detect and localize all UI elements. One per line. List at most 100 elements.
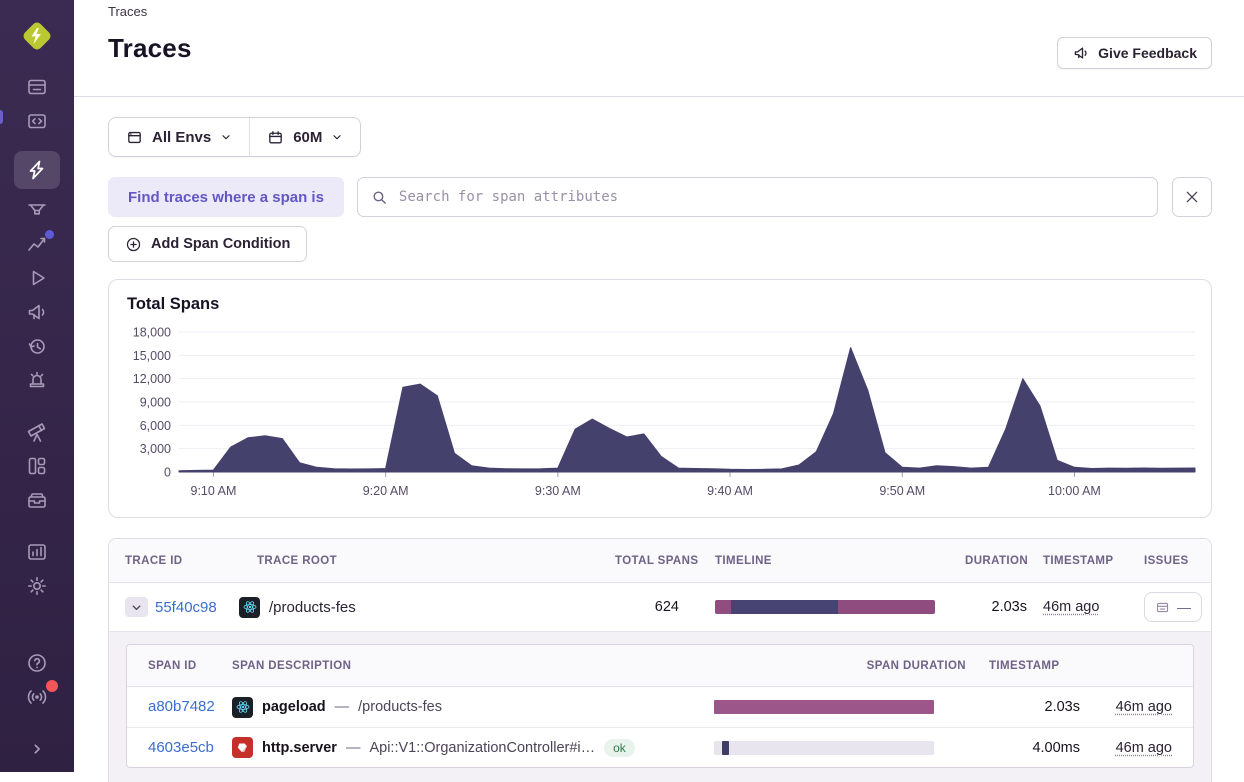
- chevron-down-icon: [331, 131, 343, 143]
- feedback-megaphone-icon[interactable]: [14, 295, 60, 329]
- span-attribute-search[interactable]: [357, 177, 1158, 217]
- svg-text:9,000: 9,000: [140, 396, 171, 410]
- environment-filter[interactable]: All Envs: [109, 118, 249, 156]
- span-duration: 2.03s: [966, 699, 1080, 715]
- alerts-siren-icon[interactable]: [14, 363, 60, 397]
- col-issues[interactable]: ISSUES: [1124, 555, 1211, 567]
- span-search-row: Find traces where a span is: [108, 177, 1212, 217]
- separator-dash: —: [346, 740, 361, 756]
- col-trace-id[interactable]: TRACE ID: [109, 555, 239, 567]
- replays-play-icon[interactable]: [14, 261, 60, 295]
- time-range-filter[interactable]: 60M: [249, 118, 360, 156]
- svg-text:9:10 AM: 9:10 AM: [191, 484, 237, 498]
- metrics-line-chart-icon[interactable]: [14, 227, 60, 261]
- span-timestamp[interactable]: 46m ago: [1116, 699, 1172, 715]
- environment-filter-label: All Envs: [152, 129, 211, 146]
- main-content: Traces Traces Give Feedback Al: [74, 0, 1244, 782]
- add-span-condition-label: Add Span Condition: [151, 236, 290, 252]
- page-title: Traces: [108, 33, 1212, 64]
- page-header: Traces Traces Give Feedback: [74, 0, 1244, 97]
- whats-new-broadcast-icon[interactable]: [14, 680, 60, 714]
- trace-timeline-bar: [715, 600, 935, 614]
- close-icon: [1184, 189, 1200, 205]
- metrics-badge: [45, 230, 54, 239]
- give-feedback-button[interactable]: Give Feedback: [1057, 37, 1212, 69]
- trace-root-label: /products-fes: [269, 599, 356, 616]
- svg-text:10:00 AM: 10:00 AM: [1048, 484, 1101, 498]
- col-trace-root[interactable]: TRACE ROOT: [239, 555, 615, 567]
- ruby-platform-icon: [232, 737, 253, 758]
- stats-bars-icon[interactable]: [14, 535, 60, 569]
- settings-gear-icon[interactable]: [14, 569, 60, 603]
- add-span-condition-button[interactable]: Add Span Condition: [108, 226, 307, 262]
- clear-search-button[interactable]: [1172, 177, 1212, 217]
- chevron-down-icon: [220, 131, 232, 143]
- traces-table-header: TRACE ID TRACE ROOT TOTAL SPANS TIMELINE…: [109, 539, 1211, 583]
- span-search-input[interactable]: [397, 188, 1144, 206]
- sidebar: [0, 0, 74, 772]
- span-description: Api::V1::OrganizationController#i…: [369, 740, 595, 756]
- span-id-link[interactable]: a80b7482: [148, 698, 215, 715]
- find-traces-label: Find traces where a span is: [108, 177, 344, 217]
- span-op: pageload: [262, 699, 326, 715]
- history-clock-icon[interactable]: [14, 329, 60, 363]
- page-filters: All Envs 60M: [108, 117, 361, 157]
- col-span-duration[interactable]: SPAN DURATION: [714, 660, 966, 672]
- discover-telescope-icon[interactable]: [14, 415, 60, 449]
- span-row: a80b7482 pageload —: [127, 687, 1193, 727]
- col-duration[interactable]: DURATION: [965, 555, 1027, 567]
- trace-duration: 2.03s: [965, 599, 1027, 615]
- trace-row: 55f40c98 /products-fes 624 2.0: [109, 583, 1211, 631]
- svg-text:3,000: 3,000: [140, 442, 171, 456]
- svg-text:12,000: 12,000: [133, 372, 171, 386]
- svg-text:9:40 AM: 9:40 AM: [707, 484, 753, 498]
- breadcrumb[interactable]: Traces: [108, 4, 1212, 19]
- spans-table-header: SPAN ID SPAN DESCRIPTION SPAN DURATION T…: [127, 645, 1193, 687]
- time-range-filter-label: 60M: [293, 129, 322, 146]
- trace-timestamp[interactable]: 46m ago: [1043, 599, 1099, 615]
- span-duration: 4.00ms: [966, 740, 1080, 756]
- active-section-indicator: [0, 110, 3, 124]
- expanded-spans-section: SPAN ID SPAN DESCRIPTION SPAN DURATION T…: [109, 631, 1211, 782]
- col-span-id[interactable]: SPAN ID: [127, 660, 232, 672]
- total-spans-area-chart: 03,0006,0009,00012,00015,00018,0009:10 A…: [109, 322, 1211, 504]
- sidebar-collapse-chevron-icon[interactable]: [14, 732, 60, 766]
- archive-box-icon[interactable]: [14, 483, 60, 517]
- react-platform-icon: [239, 597, 260, 618]
- svg-text:9:20 AM: 9:20 AM: [363, 484, 409, 498]
- span-row: 4603e5cb http.server — Api::V1::Organiza…: [127, 727, 1193, 767]
- svg-text:9:50 AM: 9:50 AM: [879, 484, 925, 498]
- col-span-timestamp[interactable]: TIMESTAMP: [966, 660, 1080, 672]
- insights-funnel-icon[interactable]: [14, 193, 60, 227]
- svg-text:6,000: 6,000: [140, 419, 171, 433]
- svg-text:18,000: 18,000: [133, 326, 171, 340]
- span-timestamp[interactable]: 46m ago: [1116, 740, 1172, 756]
- trace-issues-button[interactable]: —: [1144, 592, 1202, 622]
- dashboards-grid-icon[interactable]: [14, 449, 60, 483]
- traces-table: TRACE ID TRACE ROOT TOTAL SPANS TIMELINE…: [108, 538, 1212, 782]
- issues-icon[interactable]: [14, 70, 60, 104]
- span-id-link[interactable]: 4603e5cb: [148, 739, 214, 756]
- total-spans-value: 624: [615, 599, 715, 615]
- collapse-row-chevron-button[interactable]: [125, 597, 148, 617]
- megaphone-icon: [1072, 44, 1090, 62]
- plus-circle-icon: [125, 236, 142, 253]
- svg-text:9:30 AM: 9:30 AM: [535, 484, 581, 498]
- span-duration-bar: [714, 741, 934, 755]
- span-duration-bar: [714, 700, 934, 714]
- sentry-logo[interactable]: [17, 16, 57, 56]
- projects-code-folder-icon[interactable]: [14, 104, 60, 138]
- col-span-description[interactable]: SPAN DESCRIPTION: [232, 660, 714, 672]
- svg-text:0: 0: [164, 466, 171, 480]
- span-description: /products-fes: [358, 699, 442, 715]
- col-timeline[interactable]: TIMELINE: [715, 555, 965, 567]
- total-spans-panel: Total Spans 03,0006,0009,00012,00015,000…: [108, 279, 1212, 518]
- add-condition-row: Add Span Condition: [108, 226, 1212, 262]
- col-total-spans[interactable]: TOTAL SPANS: [615, 555, 715, 567]
- calendar-icon: [267, 129, 284, 146]
- col-timestamp[interactable]: TIMESTAMP: [1027, 555, 1124, 567]
- give-feedback-label: Give Feedback: [1098, 45, 1197, 61]
- explore-traces-icon[interactable]: [14, 151, 60, 189]
- help-icon[interactable]: [14, 646, 60, 680]
- trace-id-link[interactable]: 55f40c98: [155, 599, 217, 616]
